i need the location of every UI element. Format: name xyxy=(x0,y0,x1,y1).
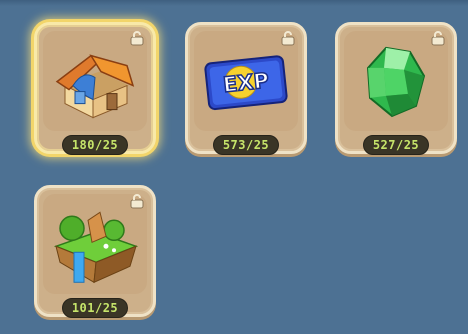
item-count: 180/25 xyxy=(62,135,128,155)
exp-card-label: EXP xyxy=(222,68,270,97)
house-icon xyxy=(55,54,135,119)
item-count: 527/25 xyxy=(363,135,429,155)
panel-top-edge xyxy=(0,0,468,6)
inventory-slot-exp-card[interactable]: EXP 573/25 xyxy=(185,22,307,155)
inventory-slot-green-gem[interactable]: 527/25 xyxy=(335,22,457,155)
floating-island-icon xyxy=(53,211,139,284)
item-count: 573/25 xyxy=(213,135,279,155)
inventory-slot-floating-island[interactable]: 101/25 xyxy=(34,185,156,318)
exp-card-icon: EXP xyxy=(204,55,288,111)
inventory-slot-house[interactable]: 180/25 xyxy=(34,22,156,155)
green-gem-icon xyxy=(366,46,426,118)
lock-toggle-icon[interactable] xyxy=(430,31,448,47)
lock-toggle-icon[interactable] xyxy=(280,31,298,47)
item-count: 101/25 xyxy=(62,298,128,318)
